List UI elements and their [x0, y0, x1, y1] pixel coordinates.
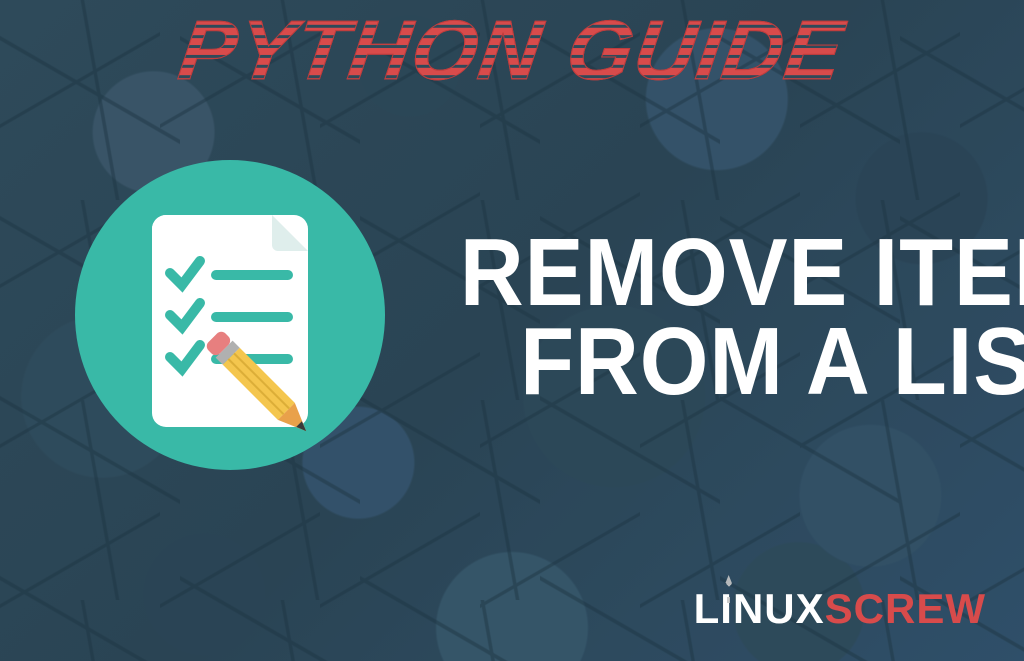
- hero-row: REMOVE ITEMS FROM A LIST: [0, 155, 1024, 480]
- brand-logo: LINUXSCREW: [694, 585, 986, 633]
- checklist-icon: [70, 155, 390, 480]
- page-title: REMOVE ITEMS FROM A LIST: [430, 229, 1024, 406]
- title-line-2: FROM A LIST: [460, 318, 1024, 406]
- brand-part-2: SCREW: [825, 585, 986, 633]
- brand-part-1: LINUX: [694, 585, 825, 633]
- title-line-1: REMOVE ITEMS: [460, 229, 1024, 317]
- series-headline: PYTHON GUIDE: [174, 8, 849, 92]
